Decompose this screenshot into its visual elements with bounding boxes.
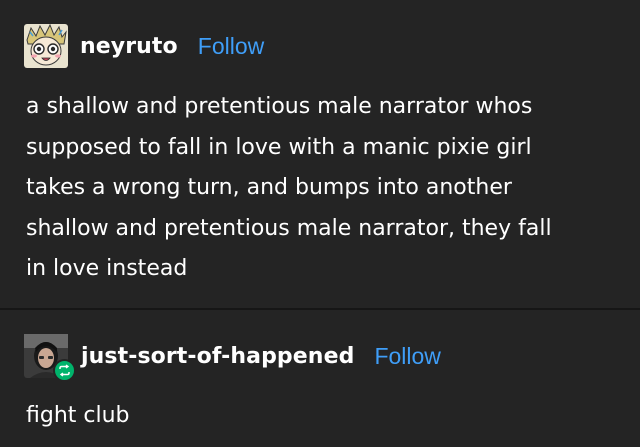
post-reblog: just-sort-of-happened Follow fight club [0,310,640,447]
post-body-text: a shallow and pretentious male narrator … [26,94,552,281]
avatar[interactable] [24,24,68,68]
post-body-text: fight club [26,403,130,428]
follow-button[interactable]: Follow [374,343,440,370]
anime-face-avatar-icon [24,24,68,68]
reblog-badge [53,359,76,382]
username[interactable]: neyruto [80,34,178,59]
username[interactable]: just-sort-of-happened [81,344,354,369]
post-original: neyruto Follow a shallow and pretentious… [0,0,640,310]
post-header: just-sort-of-happened Follow [24,331,441,382]
avatar[interactable] [24,334,76,382]
follow-button[interactable]: Follow [198,33,264,60]
reblog-icon [59,364,70,377]
post-header: neyruto Follow [24,24,264,68]
